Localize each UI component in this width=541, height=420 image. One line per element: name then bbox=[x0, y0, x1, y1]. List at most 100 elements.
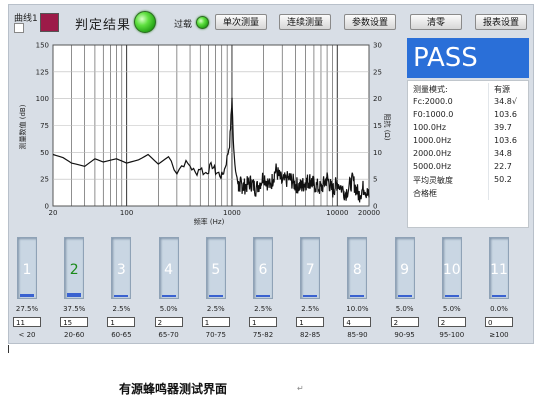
bin-level-bar bbox=[397, 295, 412, 297]
measurement-row: 1000.0Hz 103.6 bbox=[408, 135, 528, 148]
bin-level-bar bbox=[256, 295, 270, 297]
continuous-measure-button[interactable]: 连续测量 bbox=[279, 14, 331, 30]
x-tick-label: 20 bbox=[49, 209, 58, 217]
bin-indicator-7: 7 bbox=[300, 237, 321, 299]
bin-range-label: 82-85 bbox=[300, 331, 321, 339]
overload-led-icon bbox=[196, 16, 209, 29]
bin-count-field[interactable]: 15 bbox=[60, 317, 89, 327]
measurement-label: 合格框 bbox=[413, 189, 437, 198]
report-settings-button[interactable]: 报表设置 bbox=[475, 14, 527, 30]
measurement-value: 有源 bbox=[494, 85, 510, 94]
bin-range-label: 60-65 bbox=[111, 331, 132, 339]
measurement-value: 39.7 bbox=[494, 123, 512, 132]
bin-indicator-9: 9 bbox=[394, 237, 415, 299]
bin-count-field[interactable]: 2 bbox=[154, 317, 183, 327]
bin-indicator-10: 10 bbox=[441, 237, 462, 299]
bin-percentage: 5.0% bbox=[395, 305, 414, 313]
column-divider bbox=[488, 83, 489, 96]
bin-count-field[interactable]: 2 bbox=[390, 317, 419, 327]
paragraph-mark: ↵ bbox=[297, 384, 304, 393]
curve-checkbox[interactable] bbox=[14, 23, 24, 33]
bin-indicator-2: 2 bbox=[64, 237, 85, 299]
x-axis-label: 频率 (Hz) bbox=[194, 217, 225, 226]
measurement-row: 测量模式: 有源 bbox=[408, 83, 528, 96]
judge-result-led-icon bbox=[134, 11, 156, 33]
column-divider bbox=[488, 135, 489, 148]
bin-number: 1 bbox=[22, 262, 32, 278]
measurement-row: F0:1000.0 103.6 bbox=[408, 109, 528, 122]
bin-number: 5 bbox=[211, 262, 221, 278]
bin-level-bar bbox=[208, 295, 223, 297]
bin-number: 7 bbox=[305, 262, 315, 278]
bin-percentage: 0.0% bbox=[490, 305, 508, 313]
measurement-row: Fc:2000.0 34.8√ bbox=[408, 96, 528, 109]
column-divider bbox=[488, 148, 489, 161]
bin-number: 11 bbox=[490, 262, 508, 278]
bin-count-field[interactable]: 1 bbox=[296, 317, 325, 327]
bin-count-field[interactable]: 2 bbox=[437, 317, 466, 327]
bin-range-label: 85-90 bbox=[347, 331, 368, 339]
bin-count-field[interactable]: 1 bbox=[201, 317, 230, 327]
bin-percentage: 5.0% bbox=[159, 305, 178, 313]
bin-level-bar bbox=[303, 295, 318, 297]
bin-percentage: 2.5% bbox=[206, 305, 225, 313]
x-tick-label: 100 bbox=[120, 209, 133, 217]
y2-tick-label: 10 bbox=[373, 149, 382, 157]
bin-level-bar bbox=[114, 295, 129, 297]
judge-result-label: 判定结果 bbox=[75, 18, 132, 33]
overload-label: 过载 bbox=[174, 20, 193, 30]
y2-tick-label: 25 bbox=[373, 68, 382, 76]
parameter-settings-button[interactable]: 参数设置 bbox=[344, 14, 396, 30]
bin-percentage: 2.5% bbox=[301, 305, 320, 313]
measurement-row: 合格框 bbox=[408, 187, 528, 200]
bin-range-label: 95-100 bbox=[439, 331, 465, 339]
frequency-response-chart: 025507510012515005101520253020 100 1000 100… bbox=[18, 42, 392, 227]
bin-indicator-11: 11 bbox=[489, 237, 509, 299]
measurement-label: 5000.0Hz bbox=[413, 162, 452, 171]
measurement-value: 22.7 bbox=[494, 162, 512, 171]
bin-percentage: 10.0% bbox=[346, 305, 369, 313]
bin-range-label: 70-75 bbox=[205, 331, 226, 339]
bin-level-bar bbox=[20, 294, 34, 297]
measurement-label: 2000.0Hz bbox=[413, 149, 452, 158]
edge-marker bbox=[8, 345, 9, 353]
bin-count-field[interactable]: 11 bbox=[13, 317, 41, 327]
bin-count-field[interactable]: 1 bbox=[249, 317, 277, 327]
measurement-row: 5000.0Hz 22.7 bbox=[408, 161, 528, 174]
bin-level-bar bbox=[444, 295, 459, 297]
measurement-value: 50.2 bbox=[494, 175, 512, 184]
bin-number: 4 bbox=[164, 262, 174, 278]
curve-color-swatch[interactable] bbox=[40, 13, 59, 32]
column-divider bbox=[488, 174, 489, 187]
bin-level-bar bbox=[161, 295, 176, 297]
y-tick-label: 75 bbox=[40, 122, 49, 130]
single-measure-button[interactable]: 单次测量 bbox=[215, 14, 267, 30]
bin-distribution-panel: 1 27.5% 11 < 20 2 37.5% 15 20-60 3 2.5% 1 60-65 4 5.0… bbox=[9, 233, 533, 343]
measurement-value: 103.6 bbox=[494, 136, 517, 145]
column-divider bbox=[488, 161, 489, 174]
bin-count-field[interactable]: 4 bbox=[343, 317, 372, 327]
measurement-label: 测量模式: bbox=[413, 85, 448, 94]
bin-number: 8 bbox=[352, 262, 362, 278]
bin-percentage: 37.5% bbox=[63, 305, 86, 313]
bin-number: 6 bbox=[258, 262, 268, 278]
bin-level-bar bbox=[350, 295, 365, 297]
test-app-window: 曲线1 判定结果 过载 单次测量 连续测量 参数设置 清零 报表设置 0 25 50… bbox=[8, 4, 534, 344]
measurement-row: 100.0Hz 39.7 bbox=[408, 122, 528, 135]
bin-range-label: ≥100 bbox=[489, 331, 509, 339]
measurement-value: 103.6 bbox=[494, 110, 517, 119]
measurement-row: 2000.0Hz 34.8 bbox=[408, 148, 528, 161]
measurement-table: 测量模式: 有源 Fc:2000.0 34.8√ F0:1000.0 103.6 100.0… bbox=[407, 80, 529, 228]
clear-button[interactable]: 清零 bbox=[410, 14, 462, 30]
bin-number: 3 bbox=[116, 262, 126, 278]
bin-indicator-3: 3 bbox=[111, 237, 132, 299]
bin-percentage: 2.5% bbox=[254, 305, 272, 313]
figure-caption: 有源蜂鸣器测试界面 bbox=[119, 382, 228, 396]
y2-tick-label: 15 bbox=[373, 122, 382, 130]
bin-count-field[interactable]: 0 bbox=[485, 317, 513, 327]
measurement-value: 34.8 bbox=[494, 149, 512, 158]
y2-tick-label: 20 bbox=[373, 95, 382, 103]
bin-indicator-6: 6 bbox=[253, 237, 273, 299]
bin-number: 10 bbox=[442, 262, 461, 278]
bin-count-field[interactable]: 1 bbox=[107, 317, 136, 327]
